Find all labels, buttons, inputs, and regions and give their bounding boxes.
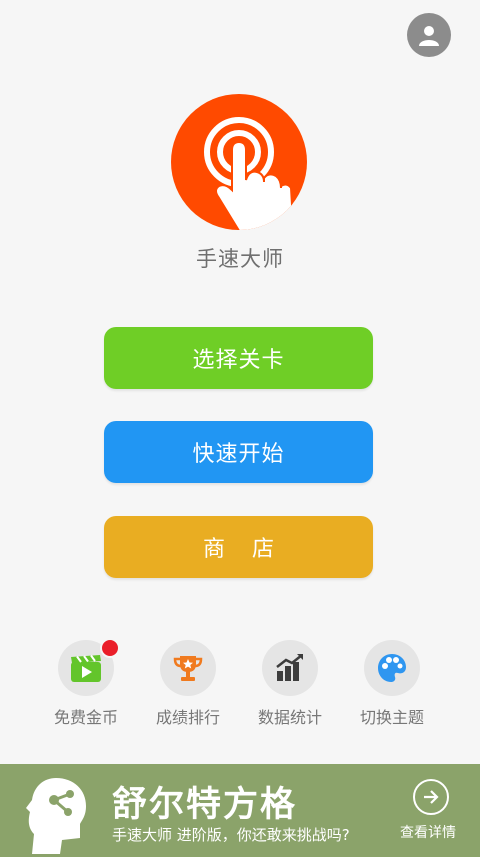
quick-start-button[interactable]: 快速开始	[104, 421, 373, 483]
notification-badge	[100, 638, 120, 658]
app-title: 手速大师	[196, 247, 284, 271]
statistics-button[interactable]: 数据统计	[247, 640, 333, 728]
profile-button[interactable]	[407, 13, 451, 57]
user-icon	[419, 26, 439, 46]
shop-button[interactable]: 商 店	[104, 516, 373, 578]
free-coins-button[interactable]: 免费金币	[43, 638, 129, 728]
bar-chart-icon	[276, 654, 303, 681]
statistics-label: 数据统计	[257, 708, 322, 727]
video-clapper-icon	[71, 654, 101, 682]
banner-more-link[interactable]: 查看详情	[400, 822, 456, 842]
app-logo	[171, 94, 307, 230]
leaderboard-button[interactable]: 成绩排行	[145, 640, 231, 728]
leaderboard-label: 成绩排行	[155, 708, 220, 727]
brain-head-icon	[26, 778, 86, 854]
free-coins-label: 免费金币	[53, 708, 118, 727]
palette-icon	[378, 654, 406, 682]
tap-hand-icon	[204, 117, 295, 230]
arrow-right-icon[interactable]	[413, 779, 449, 815]
trophy-icon	[173, 656, 203, 681]
switch-theme-button[interactable]: 切换主题	[349, 640, 435, 728]
switch-theme-label: 切换主题	[359, 708, 424, 727]
promo-banner[interactable]: 舒尔特方格 手速大师 进阶版，你还敢来挑战吗? 查看详情	[0, 764, 480, 857]
banner-subtitle: 手速大师 进阶版，你还敢来挑战吗?	[112, 826, 350, 844]
select-level-button[interactable]: 选择关卡	[104, 327, 373, 389]
banner-title: 舒尔特方格	[112, 785, 298, 825]
